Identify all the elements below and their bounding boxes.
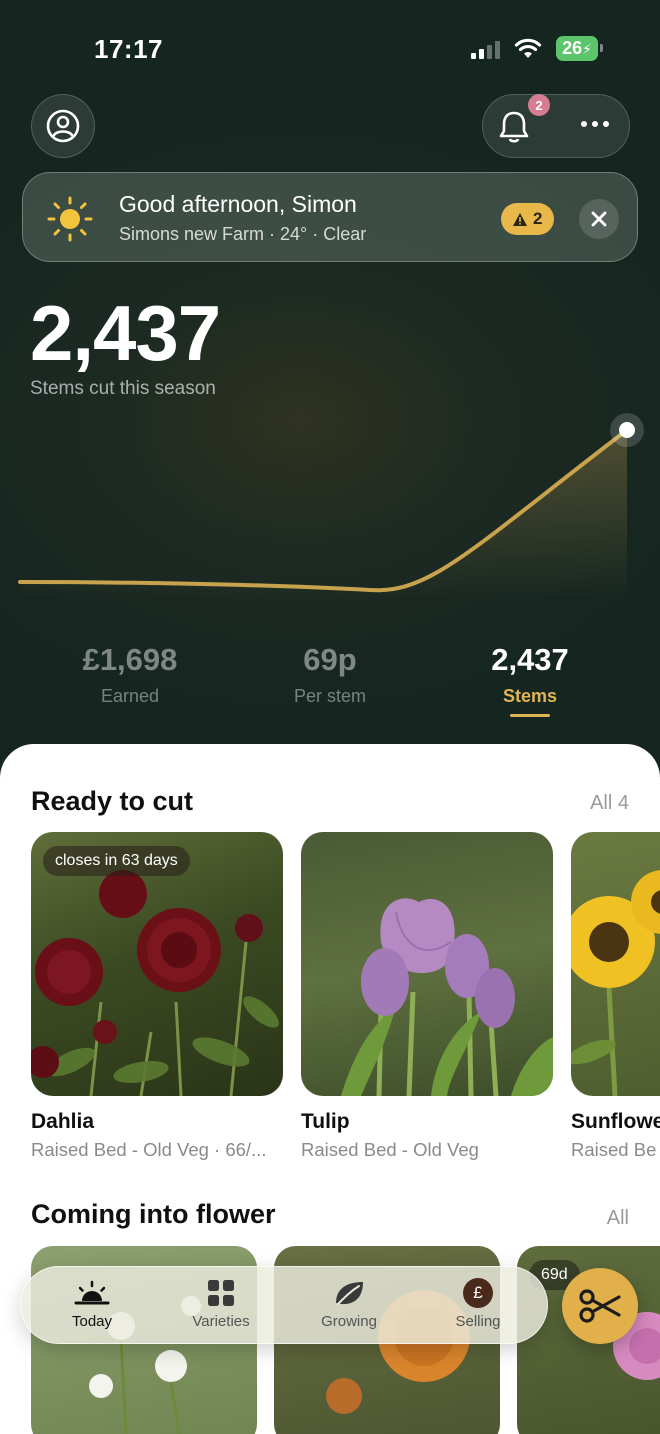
sun-icon [47,196,93,242]
grid-icon [208,1280,234,1306]
sunflower-photo [571,870,660,1096]
leaf-icon [336,1282,363,1305]
ready-section-title: Ready to cut [31,786,194,816]
greeting-subtitle: Simons new Farm · 24° · Clear [119,224,367,244]
stat-earned-label: Earned [100,686,160,706]
stat-stems-value: 2,437 [491,642,569,677]
tab-bar: Today Varieties Growing £ Selling [20,1266,548,1344]
scissors-icon [579,1289,621,1323]
sunflower-location: Raised Be [571,1139,657,1160]
tab-selling-label: Selling [455,1313,501,1330]
battery-indicator: 26⚡ [556,36,603,61]
coming-all-link[interactable]: All [607,1207,629,1230]
stat-selected-indicator [510,714,550,717]
pound-icon: £ [463,1278,493,1308]
warning-count: 2 [533,209,543,228]
season-chart [18,413,644,600]
dahlia-card-image[interactable]: closes in 63 days [31,832,283,1096]
greeting-card[interactable]: Good afternoon, Simon Simons new Farm · … [22,172,638,262]
closing-chip: closes in 63 days [43,846,190,876]
wifi-icon [515,38,542,58]
warning-icon [513,212,527,226]
chart-end-point [619,422,635,438]
sunflower-name: Sunflowe [571,1110,660,1133]
stat-per-stem[interactable]: 69p Per stem [230,642,430,707]
stat-stems-label: Stems [502,686,558,706]
header-actions [482,94,630,158]
stems-total: 2,437 [30,289,221,377]
tab-selling[interactable]: £ Selling [423,1267,533,1345]
stat-per-stem-value: 69p [303,642,357,677]
notifications-button[interactable] [497,109,531,150]
tab-growing-label: Growing [321,1313,377,1330]
bell-icon [499,111,529,143]
tulip-location: Raised Bed - Old Veg [301,1139,479,1160]
sunrise-icon [74,1280,110,1305]
ready-all-link[interactable]: All 4 [590,792,629,815]
tulip-card-image[interactable] [301,832,553,1096]
stat-earned-value: £1,698 [82,642,178,677]
tab-varieties[interactable]: Varieties [166,1267,276,1345]
profile-button[interactable] [31,94,95,158]
signal-icon [471,39,501,59]
dahlia-name: Dahlia [31,1110,95,1133]
more-icon [581,121,609,127]
tab-today-label: Today [71,1313,113,1330]
warning-badge[interactable]: 2 [501,203,555,235]
user-icon [46,109,80,143]
close-icon [591,211,607,227]
tab-varieties-label: Varieties [192,1313,250,1330]
coming-section-title: Coming into flower [31,1199,276,1229]
dahlia-location: Raised Bed - Old Veg · 66/... [31,1139,267,1160]
tab-today[interactable]: Today [37,1267,147,1345]
tulip-name: Tulip [301,1110,350,1133]
cut-stems-button[interactable] [562,1268,638,1344]
stat-earned[interactable]: £1,698 Earned [30,642,230,707]
sunflower-card-image[interactable] [571,832,660,1096]
status-icons: 26⚡ [471,36,603,61]
more-button[interactable] [581,114,615,134]
tulip-photo [341,898,553,1096]
dismiss-button[interactable] [579,199,619,239]
stat-stems[interactable]: 2,437 Stems [430,642,630,707]
greeting-title: Good afternoon, Simon [119,191,357,217]
stat-per-stem-label: Per stem [293,686,367,706]
tab-growing[interactable]: Growing [294,1267,404,1345]
status-time: 17:17 [94,34,163,64]
notification-badge: 2 [528,94,550,116]
stems-caption: Stems cut this season [30,378,216,399]
chart-area [20,430,627,600]
battery-level: 26 [562,38,583,58]
